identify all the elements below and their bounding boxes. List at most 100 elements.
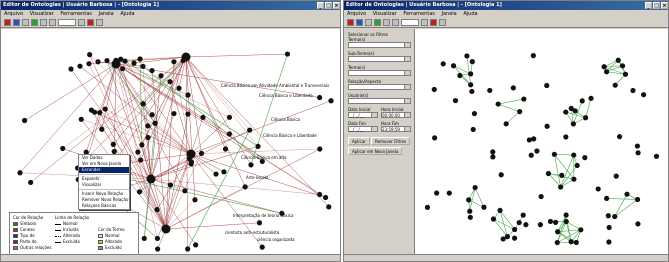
term-node[interactable] <box>88 107 95 113</box>
term-node[interactable] <box>578 227 584 233</box>
term-node[interactable] <box>284 51 291 57</box>
term-node[interactable] <box>498 172 504 178</box>
term-node[interactable] <box>28 179 34 186</box>
menu-visualizar[interactable]: Visualizar <box>30 11 54 17</box>
term-node[interactable] <box>470 126 476 133</box>
term-node[interactable] <box>149 67 155 74</box>
term-node[interactable] <box>517 109 523 115</box>
term-node[interactable] <box>185 92 191 98</box>
term-node[interactable] <box>634 196 641 203</box>
term-node[interactable] <box>141 235 147 242</box>
menu-ferramentas[interactable]: Ferramentas <box>403 11 435 17</box>
term-node[interactable] <box>563 109 569 115</box>
term-node[interactable] <box>122 58 128 64</box>
term-node[interactable] <box>595 186 601 192</box>
term-node[interactable] <box>316 94 323 101</box>
term-node[interactable] <box>544 82 550 89</box>
term-node[interactable] <box>149 112 155 118</box>
term-node[interactable] <box>185 246 191 252</box>
term-node[interactable] <box>152 120 158 126</box>
term-node[interactable] <box>563 212 569 218</box>
term-node[interactable] <box>512 235 518 241</box>
term-node[interactable] <box>601 64 607 70</box>
term-node[interactable] <box>570 121 576 127</box>
term-node[interactable] <box>68 66 74 72</box>
zoom-in-icon[interactable] <box>40 19 47 26</box>
save-icon[interactable] <box>356 19 363 26</box>
term-node[interactable] <box>545 170 552 177</box>
term-node[interactable] <box>634 143 641 149</box>
term-node[interactable] <box>60 145 66 152</box>
term-node[interactable] <box>563 218 569 225</box>
term-node[interactable] <box>452 97 459 104</box>
term-node[interactable] <box>523 222 529 228</box>
term-node[interactable] <box>140 63 146 69</box>
term-node[interactable] <box>328 98 334 104</box>
term-node[interactable] <box>588 95 594 101</box>
term-node[interactable] <box>155 246 161 252</box>
term-node[interactable] <box>140 101 146 107</box>
term-node[interactable] <box>635 221 641 227</box>
term-node[interactable] <box>446 190 452 196</box>
menu-ajuda[interactable]: Ajuda <box>120 11 134 17</box>
maximize-button[interactable]: □ <box>325 2 332 9</box>
close-button[interactable]: × <box>333 2 340 9</box>
term-node[interactable] <box>468 82 474 88</box>
save-icon[interactable] <box>13 19 20 26</box>
filter-subterm-select[interactable] <box>348 56 411 62</box>
term-node[interactable] <box>464 53 470 59</box>
term-node[interactable] <box>154 207 160 213</box>
term-node[interactable] <box>450 63 457 69</box>
term-node[interactable] <box>547 218 554 225</box>
layout-icon[interactable] <box>421 19 428 26</box>
term-node[interactable] <box>606 224 612 231</box>
refresh-icon[interactable] <box>96 19 103 26</box>
term-node[interactable] <box>167 79 173 85</box>
term-node[interactable] <box>551 151 557 157</box>
term-node[interactable] <box>472 184 478 191</box>
term-node[interactable] <box>582 155 588 161</box>
term-node[interactable] <box>571 152 577 158</box>
hub-node[interactable] <box>146 174 156 184</box>
term-node[interactable] <box>154 235 161 242</box>
term-node[interactable] <box>622 71 629 77</box>
term-node[interactable] <box>469 59 475 65</box>
minimize-button[interactable]: _ <box>317 2 324 9</box>
term-node[interactable] <box>559 172 565 178</box>
term-node[interactable] <box>510 85 516 91</box>
filter-icon[interactable] <box>374 19 381 26</box>
term-node[interactable] <box>87 52 93 58</box>
term-node[interactable] <box>226 131 232 137</box>
term-node[interactable] <box>481 204 487 210</box>
term-node[interactable] <box>490 154 496 160</box>
term-node[interactable] <box>641 92 647 98</box>
term-node[interactable] <box>534 148 540 154</box>
apply-new-window-button[interactable]: Aplicar em Nova Janela <box>348 147 403 155</box>
term-node[interactable] <box>574 162 580 169</box>
term-node[interactable] <box>95 59 101 65</box>
term-node[interactable] <box>185 111 191 117</box>
term-node[interactable] <box>176 85 182 91</box>
refresh-icon[interactable] <box>439 19 446 26</box>
hub-node[interactable] <box>161 224 171 234</box>
term-node[interactable] <box>468 71 474 77</box>
term-node[interactable] <box>528 152 534 158</box>
term-node[interactable] <box>530 53 536 59</box>
term-node[interactable] <box>554 239 560 246</box>
filter-term2-select[interactable] <box>348 70 411 76</box>
term-node[interactable] <box>145 123 151 129</box>
term-node[interactable] <box>326 204 332 210</box>
term-node[interactable] <box>138 157 144 163</box>
term-node[interactable] <box>434 190 440 196</box>
term-node[interactable] <box>242 184 248 190</box>
term-node[interactable] <box>583 115 589 121</box>
filtered-graph-canvas[interactable] <box>415 29 668 254</box>
term-node[interactable] <box>99 126 105 132</box>
term-node[interactable] <box>558 184 564 190</box>
term-node[interactable] <box>526 137 532 143</box>
term-node[interactable] <box>630 87 636 94</box>
term-node[interactable] <box>171 110 177 117</box>
term-node[interactable] <box>198 150 205 157</box>
date-to-input[interactable]: __/__/__ <box>348 126 378 132</box>
time-to-input[interactable]: 23:59:59 <box>381 126 411 132</box>
